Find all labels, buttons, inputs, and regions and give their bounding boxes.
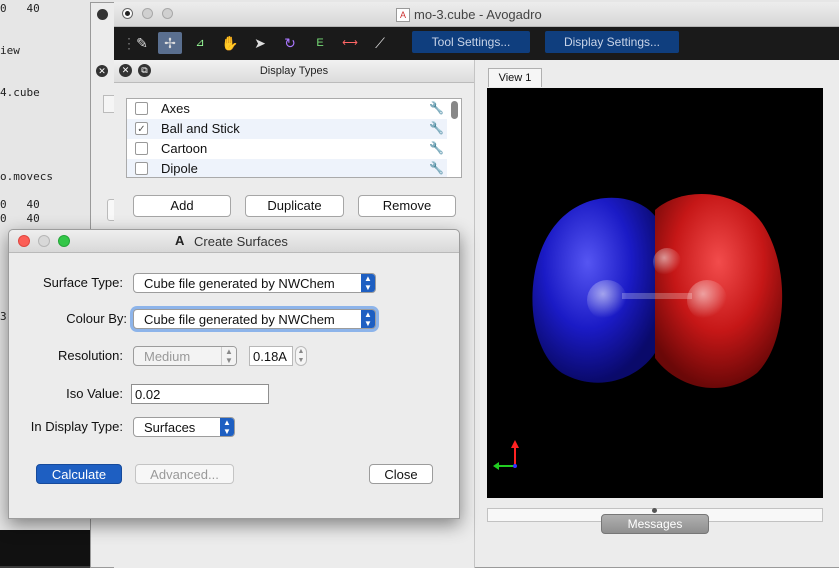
chevron-updown-icon: ▲ ▼ [221,347,236,365]
terminal-line: iew [0,44,20,57]
dialog-minimize-icon[interactable] [38,235,50,247]
close-icon[interactable]: ✕ [96,65,108,77]
wrench-icon[interactable]: 🔧 [429,141,444,155]
chevron-updown-icon: ▲ ▼ [220,418,234,436]
float-panel-icon[interactable]: ⧉ [138,64,151,77]
surface-type-value: Cube file generated by NWChem [144,276,335,291]
panel-title: Display Types [259,65,329,77]
navigate-tool-icon[interactable]: ✢ [158,32,182,54]
list-item[interactable]: Axes 🔧 [127,99,447,119]
chevron-updown-icon: ▲ ▼ [361,310,375,328]
duplicate-button[interactable]: Duplicate [245,195,344,217]
list-item[interactable]: Cartoon 🔧 [127,139,447,159]
terminal-dark-region [0,530,100,566]
surface-type-label: Surface Type: [43,275,123,290]
align-tool-icon[interactable]: ⟷ [338,32,362,54]
bond-centric-tool-icon[interactable]: ⟋ [368,32,392,54]
display-types-list: Axes 🔧 ✓ Ball and Stick 🔧 Cartoon 🔧 Dipo… [126,98,462,178]
autoopt-tool-icon[interactable]: E [308,32,332,54]
display-type-label: Axes [161,101,190,116]
draw-tool-icon[interactable]: ✎ [130,32,154,54]
avogadro-app-icon: A [175,233,185,248]
display-type-label: Cartoon [161,141,208,156]
tool-settings-button[interactable]: Tool Settings... [412,31,530,53]
atom-sphere [687,280,727,320]
resolution-step-field[interactable]: 0.18A [249,346,293,366]
terminal-line: 4.cube [0,86,40,99]
dialog-titlebar[interactable]: A Create Surfaces [9,230,459,253]
window-zoom-icon[interactable] [162,8,173,19]
wrench-icon[interactable]: 🔧 [429,161,444,175]
chevron-updown-icon: ▲ ▼ [361,274,375,292]
messages-button[interactable]: Messages [601,514,709,534]
advanced-button[interactable]: Advanced... [135,464,234,484]
terminal-line: 0 40 [0,212,40,225]
display-type-label: In Display Type: [30,419,123,434]
window-title: mo-3.cube - Avogadro [414,7,542,22]
dialog-zoom-icon[interactable] [58,235,70,247]
window-close-icon[interactable] [122,8,133,19]
wrench-icon[interactable]: 🔧 [429,101,444,115]
atom-sphere [653,248,681,276]
iso-value-input[interactable]: 0.02 [131,384,269,404]
surface-type-select[interactable]: Cube file generated by NWChem ▲ ▼ [133,273,376,293]
resolution-select[interactable]: Medium ▲ ▼ [133,346,237,366]
colour-by-value: Cube file generated by NWChem [144,312,335,327]
display-type-select[interactable]: Surfaces ▲ ▼ [133,417,235,437]
colour-by-select[interactable]: Cube file generated by NWChem ▲ ▼ [133,309,376,329]
terminal-line: 0 40 [0,2,40,15]
display-type-value: Surfaces [144,420,196,435]
resolution-stepper[interactable]: ▲ ▼ [295,346,307,366]
iso-value-label: Iso Value: [66,386,123,401]
avogadro-app-icon: A [396,8,410,22]
panel-header: Display Types ✕ ⧉ [114,60,474,83]
measure-tool-icon[interactable]: ⊿ [188,32,212,54]
dialog-close-icon[interactable] [18,235,30,247]
list-item[interactable]: Dipole 🔧 [127,159,447,177]
remove-button[interactable]: Remove [358,195,456,217]
display-type-checkbox[interactable] [135,162,148,175]
list-scrollbar[interactable] [451,101,458,119]
splitter-handle[interactable] [652,508,657,513]
create-surfaces-dialog: A Create Surfaces Surface Type: Cube fil… [8,229,460,519]
axes-icon [493,440,519,470]
display-type-checkbox[interactable] [135,102,148,115]
window-titlebar[interactable]: A mo-3.cube - Avogadro [114,2,839,27]
display-type-checkbox[interactable]: ✓ [135,122,148,135]
resolution-value: Medium [144,349,191,364]
add-button[interactable]: Add [133,195,231,217]
list-item[interactable]: ✓ Ball and Stick 🔧 [127,119,447,139]
calculate-button[interactable]: Calculate [36,464,122,484]
toolbar-grip-icon: ⋮ [122,35,136,51]
display-type-checkbox[interactable] [135,142,148,155]
terminal-line: 0 40 [0,198,40,211]
display-type-label: Ball and Stick [161,121,240,136]
window-minimize-icon[interactable] [142,8,153,19]
manipulate-tool-icon[interactable]: ✋ [218,32,242,54]
close-icon[interactable]: ✕ [119,64,132,77]
molecule-viewport[interactable] [487,88,823,498]
orbital-render [493,194,783,470]
terminal-line: 3 [0,310,7,323]
dialog-title: Create Surfaces [194,234,288,249]
rotate-tool-icon[interactable]: ↻ [278,32,302,54]
wrench-icon[interactable]: 🔧 [429,121,444,135]
display-type-label: Dipole [161,161,198,176]
resolution-label: Resolution: [57,348,123,363]
colour-by-label: Colour By: [66,311,127,326]
terminal-line: o.movecs [0,170,53,183]
close-button[interactable]: Close [369,464,433,484]
select-tool-icon[interactable]: ➤ [248,32,272,54]
display-settings-button[interactable]: Display Settings... [545,31,679,53]
window-button-icon[interactable] [97,9,108,20]
atom-sphere [587,280,627,320]
main-toolbar: ⋮ ✎ ✢ ⊿ ✋ ➤ ↻ E ⟷ ⟋ Tool Settings... Dis… [114,27,839,60]
tab-view-1[interactable]: View 1 [488,68,542,87]
